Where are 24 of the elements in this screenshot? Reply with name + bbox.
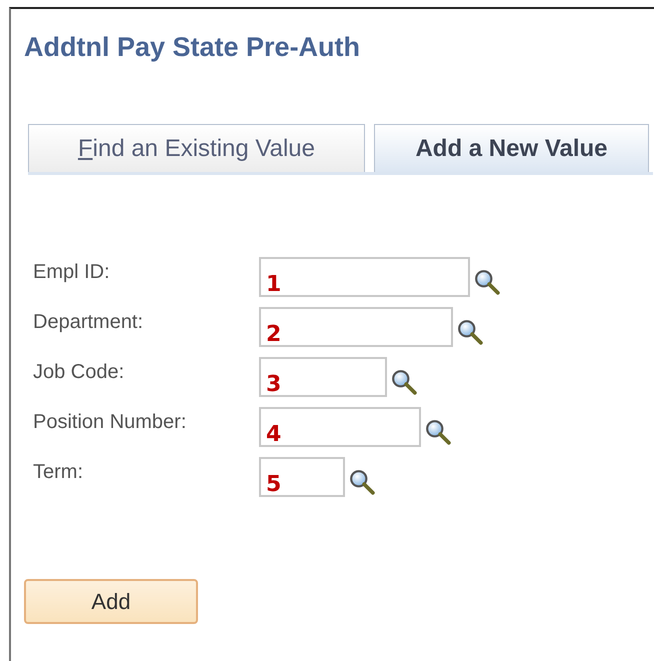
add-button[interactable]: Add <box>24 579 198 624</box>
annotation-number: 5 <box>266 472 282 498</box>
tab[interactable]: Find an Existing Value <box>28 124 365 172</box>
field-label: Department: <box>33 310 144 334</box>
input-field[interactable]: 2 <box>259 307 453 347</box>
search-icon[interactable] <box>474 269 500 295</box>
annotation-number: 2 <box>266 322 282 348</box>
annotation-number: 3 <box>266 372 282 398</box>
search-icon[interactable] <box>457 319 483 345</box>
search-icon[interactable] <box>349 469 375 495</box>
annotation-number: 1 <box>266 272 282 298</box>
annotation-number: 4 <box>266 422 282 448</box>
search-icon[interactable] <box>391 369 417 395</box>
field-label: Position Number: <box>33 410 188 434</box>
field-label: Empl ID: <box>33 260 111 284</box>
page-title: Addtnl Pay State Pre-Auth <box>24 31 362 63</box>
input-field[interactable]: 1 <box>259 257 470 297</box>
input-field[interactable]: 3 <box>259 357 387 397</box>
tab[interactable]: Add a New Value <box>374 124 649 172</box>
search-icon[interactable] <box>425 419 451 445</box>
field-label: Job Code: <box>33 360 126 384</box>
input-field[interactable]: 5 <box>259 457 345 497</box>
field-label: Term: <box>33 460 84 484</box>
input-field[interactable]: 4 <box>259 407 421 447</box>
